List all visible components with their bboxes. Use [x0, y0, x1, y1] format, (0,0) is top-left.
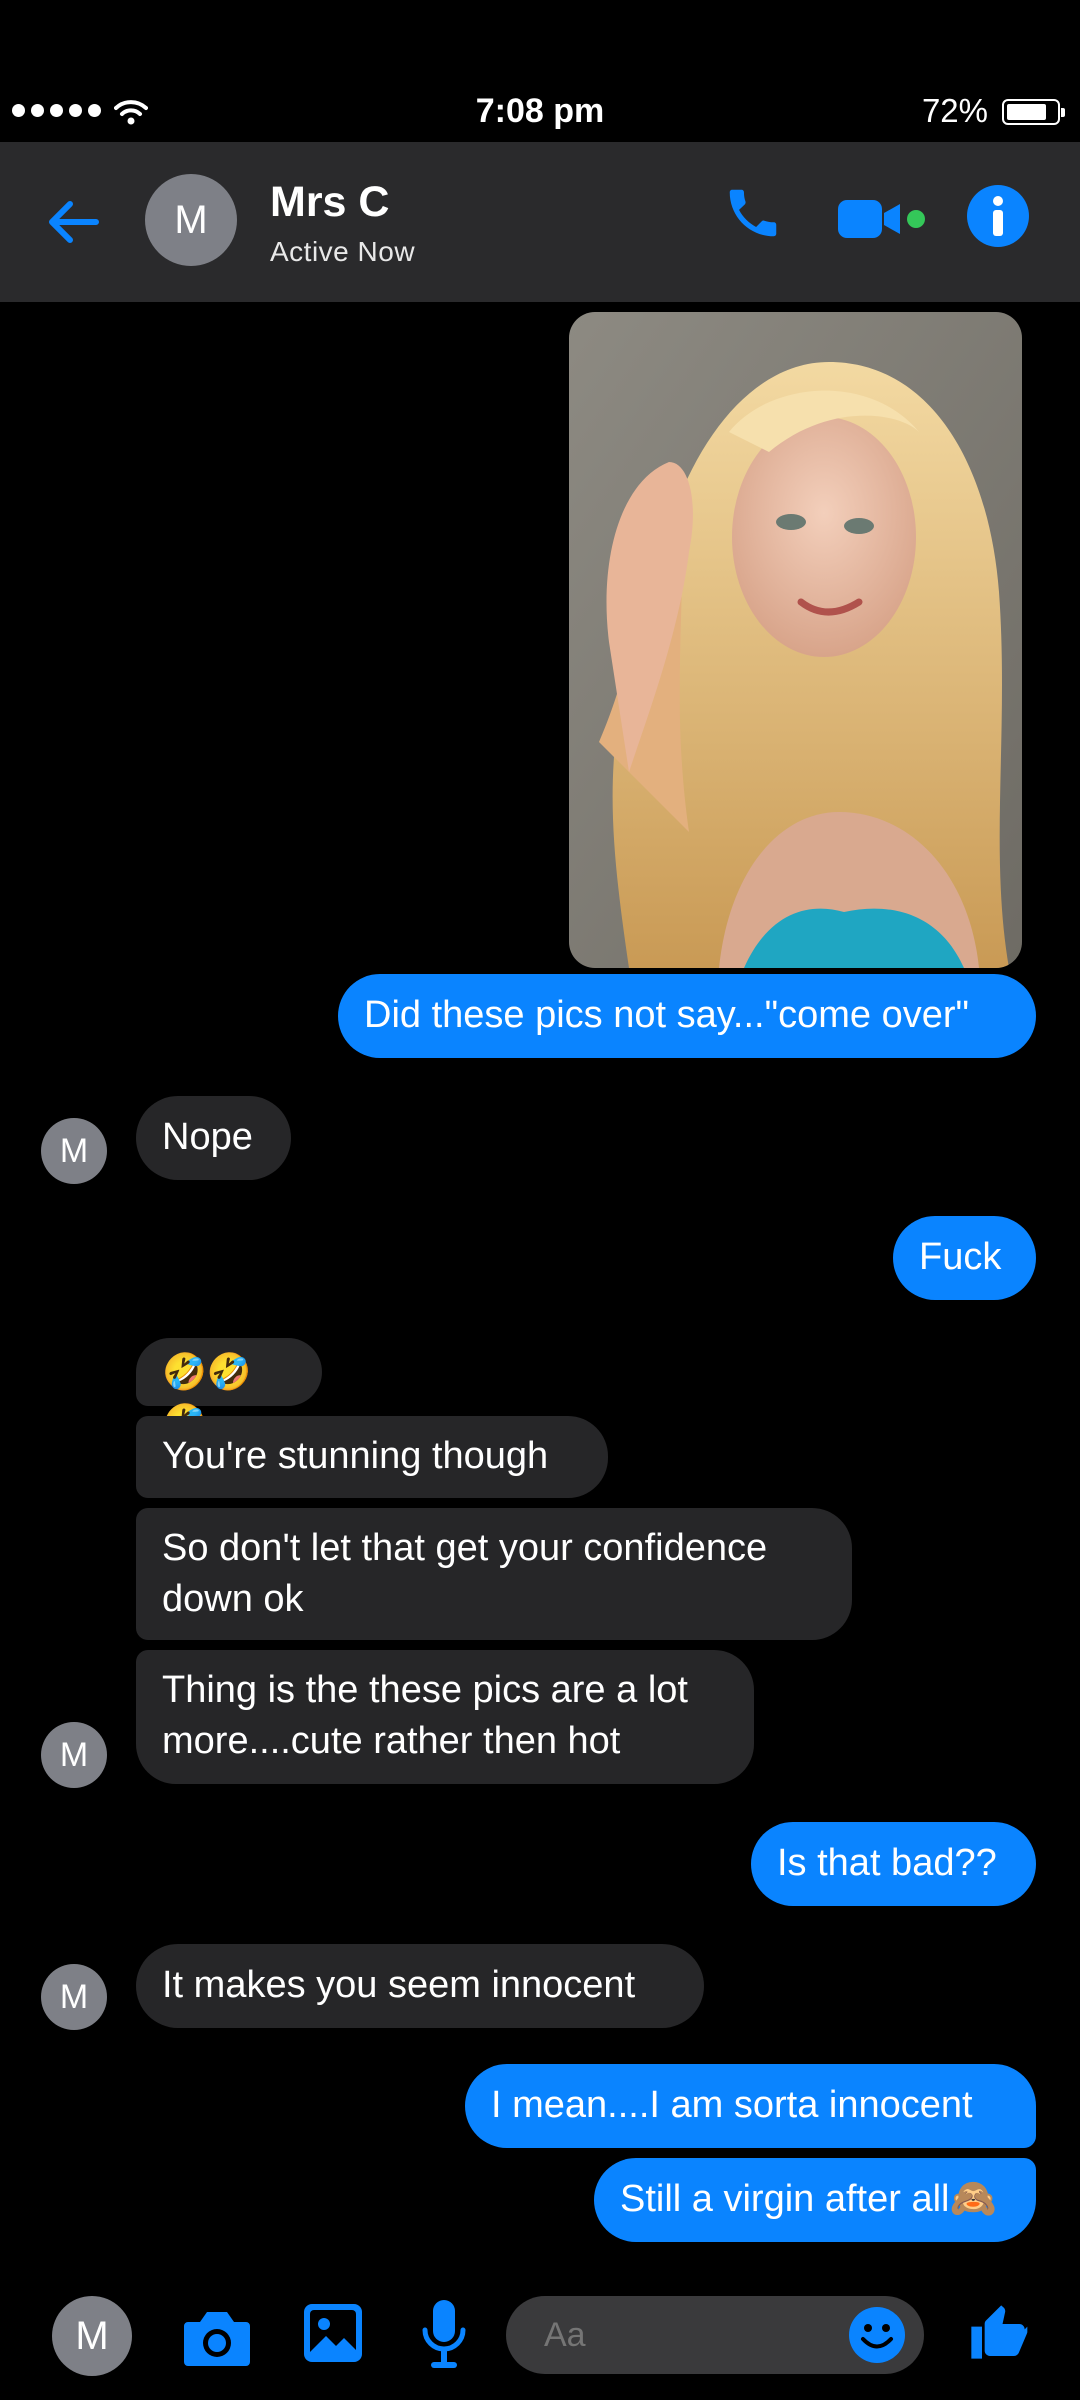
message-text: Is that bad?? — [777, 1842, 997, 1884]
gallery-icon[interactable] — [302, 2302, 364, 2364]
message-incoming[interactable]: It makes you seem innocent — [136, 1944, 704, 2028]
sender-avatar[interactable]: M — [41, 1722, 107, 1788]
sender-avatar[interactable]: M — [41, 1118, 107, 1184]
composer-bar: M — [0, 2280, 1080, 2400]
camera-icon[interactable] — [182, 2304, 252, 2368]
message-text: Fuck — [919, 1236, 1002, 1278]
message-input-field[interactable] — [506, 2296, 924, 2374]
conversation-header: M Mrs C Active Now — [0, 142, 1080, 302]
message-outgoing[interactable]: Still a virgin after all🙈 — [594, 2158, 1036, 2242]
contact-name[interactable]: Mrs C — [270, 178, 389, 227]
message-input[interactable] — [544, 2316, 814, 2355]
message-text: Still a virgin after all🙈 — [620, 2178, 997, 2220]
message-text: Did these pics not say..."come over" — [364, 994, 969, 1036]
message-text: Nope — [162, 1116, 253, 1158]
message-text: So don't let that get your confidence do… — [162, 1527, 768, 1620]
video-camera-icon[interactable] — [836, 196, 928, 242]
battery-percent: 72% — [921, 92, 988, 129]
message-text: Thing is the these pics are a lot more..… — [162, 1669, 688, 1762]
message-incoming[interactable]: So don't let that get your confidence do… — [136, 1508, 852, 1640]
sender-avatar[interactable]: M — [41, 1964, 107, 2030]
contact-status: Active Now — [270, 236, 416, 267]
status-time: 7:08 pm — [475, 92, 605, 130]
thumbs-up-icon[interactable] — [966, 2300, 1030, 2364]
message-incoming[interactable]: Thing is the these pics are a lot more..… — [136, 1650, 754, 1784]
shared-photo[interactable] — [569, 312, 1022, 968]
contact-avatar[interactable]: M — [145, 174, 237, 266]
emoji-icon[interactable] — [848, 2306, 906, 2364]
back-arrow-icon[interactable] — [42, 192, 102, 252]
message-text: You're stunning though — [162, 1435, 549, 1477]
composer-avatar[interactable]: M — [52, 2296, 132, 2376]
message-incoming[interactable]: Nope — [136, 1096, 291, 1180]
info-icon[interactable] — [966, 184, 1030, 248]
battery-icon — [1002, 99, 1065, 125]
message-outgoing[interactable]: Did these pics not say..."come over" — [338, 974, 1036, 1058]
phone-icon[interactable] — [722, 182, 784, 244]
message-text: It makes you seem innocent — [162, 1964, 636, 2006]
photo-image — [569, 312, 1022, 968]
message-incoming[interactable]: You're stunning though — [136, 1416, 608, 1498]
microphone-icon[interactable] — [420, 2298, 468, 2372]
message-outgoing[interactable]: Is that bad?? — [751, 1822, 1036, 1906]
message-incoming[interactable]: 🤣🤣🤣 — [136, 1338, 322, 1443]
message-text: I mean....I am sorta innocent — [491, 2084, 973, 2126]
message-outgoing[interactable]: I mean....I am sorta innocent — [465, 2064, 1036, 2148]
status-bar: 7:08 pm 72% — [0, 86, 1080, 142]
message-outgoing[interactable]: Fuck — [893, 1216, 1036, 1300]
